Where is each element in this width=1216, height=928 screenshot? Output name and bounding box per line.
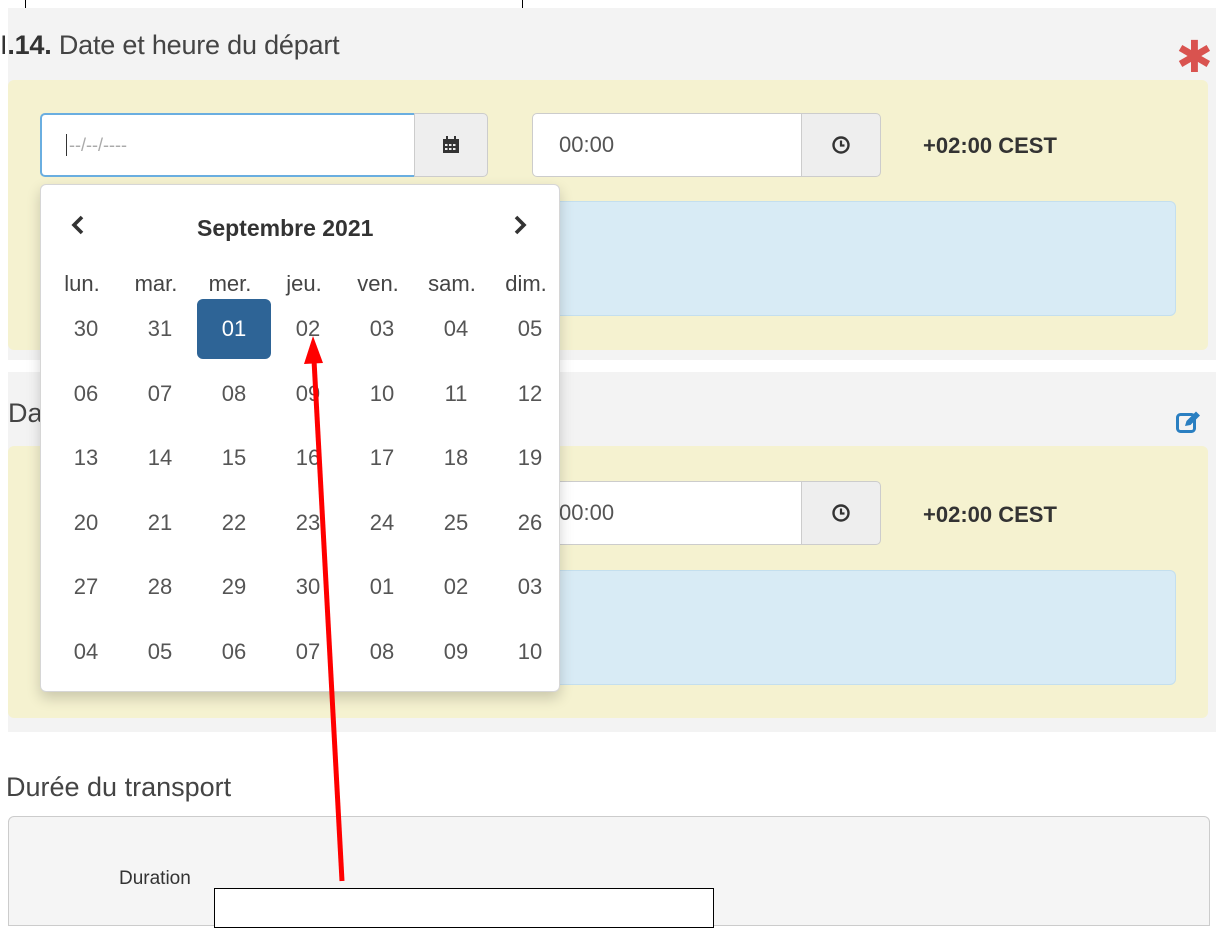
calendar-day[interactable]: 02 xyxy=(419,557,493,617)
clock-icon xyxy=(832,136,850,154)
date-placeholder: --/--/---- xyxy=(69,134,127,155)
calendar-day[interactable]: 08 xyxy=(197,364,271,424)
required-marker: ✱ xyxy=(1176,33,1213,82)
calendar-day[interactable]: 06 xyxy=(197,622,271,682)
annotation-box-bottom xyxy=(214,888,714,928)
weekday-header: ven. xyxy=(357,271,399,296)
calendar-day[interactable]: 22 xyxy=(197,493,271,553)
calendar-day-selected[interactable]: 01 xyxy=(197,299,271,359)
arrival-time-value: 00:00 xyxy=(559,500,615,525)
weekday-header: mer. xyxy=(208,271,252,296)
calendar-day[interactable]: 20 xyxy=(49,493,123,553)
calendar-day[interactable]: 27 xyxy=(49,557,123,617)
calendar-day[interactable]: 29 xyxy=(197,557,271,617)
calendar-day[interactable]: 13 xyxy=(49,428,123,488)
calendar-day[interactable]: 31 xyxy=(123,299,197,359)
calendar-day[interactable]: 07 xyxy=(123,364,197,424)
departure-time-input[interactable]: 00:00 xyxy=(532,113,802,177)
calendar-day[interactable]: 11 xyxy=(419,364,493,424)
calendar-day[interactable]: 25 xyxy=(419,493,493,553)
calendar-day[interactable]: 04 xyxy=(419,299,493,359)
weekday-header: dim. xyxy=(505,271,547,296)
section-title-duration: Durée du transport xyxy=(6,772,232,802)
departure-timezone: +02:00 CEST xyxy=(923,133,1057,158)
departure-date-input[interactable]: --/--/---- xyxy=(40,113,414,177)
departure-time-value: 00:00 xyxy=(559,132,615,157)
arrival-timezone: +02:00 CEST xyxy=(923,502,1057,527)
chevron-left-icon xyxy=(71,215,84,235)
edit-icon[interactable] xyxy=(1176,410,1202,439)
weekday-header: mar. xyxy=(134,271,178,296)
datepicker-month-year[interactable]: Septembre 2021 xyxy=(197,215,373,242)
calendar-day[interactable]: 15 xyxy=(197,428,271,488)
calendar-day[interactable]: 09 xyxy=(419,622,493,682)
calendar-day[interactable]: 06 xyxy=(49,364,123,424)
calendar-day[interactable]: 14 xyxy=(123,428,197,488)
calendar-day[interactable]: 04 xyxy=(49,622,123,682)
datepicker-next-button[interactable] xyxy=(513,211,527,242)
duration-label: Duration xyxy=(119,868,191,889)
departure-time-clock-button[interactable] xyxy=(801,113,881,177)
calendar-day[interactable]: 26 xyxy=(493,493,567,553)
chevron-right-icon xyxy=(514,215,527,235)
calendar-day[interactable]: 10 xyxy=(493,622,567,682)
section-title-arrival: Da xyxy=(8,398,43,428)
clock-icon xyxy=(832,504,850,522)
calendar-day[interactable]: 12 xyxy=(493,364,567,424)
calendar-day[interactable]: 21 xyxy=(123,493,197,553)
weekday-header: sam. xyxy=(428,271,476,296)
calendar-day[interactable]: 03 xyxy=(493,557,567,617)
section-title-departure: I.14. Date et heure du départ xyxy=(0,30,340,60)
annotation-arrow xyxy=(304,336,345,882)
calendar-day[interactable]: 19 xyxy=(493,428,567,488)
calendar-day[interactable]: 30 xyxy=(49,299,123,359)
departure-date-calendar-button[interactable] xyxy=(414,113,488,177)
arrival-time-clock-button[interactable] xyxy=(801,481,881,545)
weekday-header: jeu. xyxy=(286,271,322,296)
arrival-time-input[interactable]: 00:00 xyxy=(540,481,802,545)
datepicker-prev-button[interactable] xyxy=(71,211,85,242)
calendar-day[interactable]: 18 xyxy=(419,428,493,488)
calendar-day[interactable]: 28 xyxy=(123,557,197,617)
calendar-day[interactable]: 05 xyxy=(123,622,197,682)
calendar-day[interactable]: 05 xyxy=(493,299,567,359)
calendar-icon xyxy=(443,136,459,153)
weekday-header: lun. xyxy=(64,271,100,296)
